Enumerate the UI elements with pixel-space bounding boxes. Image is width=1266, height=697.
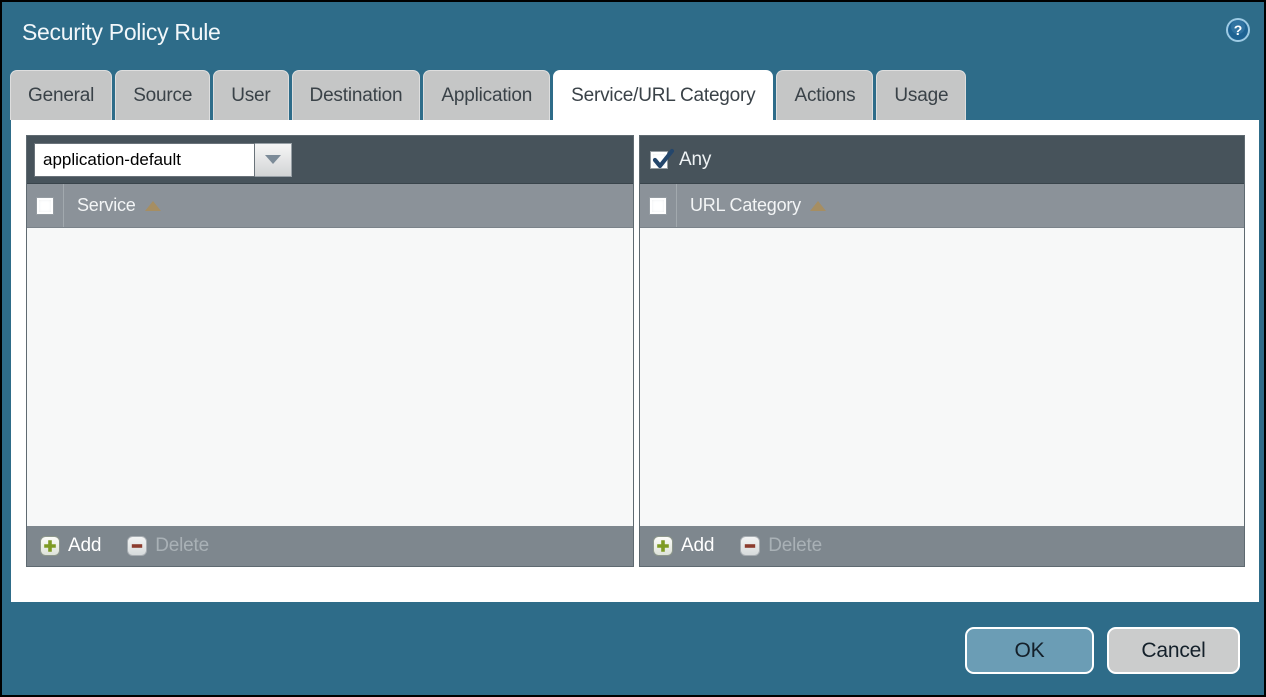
tab-usage[interactable]: Usage — [876, 70, 966, 120]
cancel-button[interactable]: Cancel — [1107, 627, 1240, 674]
service-panel-footer: Add Delete — [27, 526, 633, 566]
url-category-select-all-checkbox[interactable] — [649, 197, 667, 215]
service-panel: application-default Service — [26, 135, 634, 567]
sort-ascending-icon[interactable] — [145, 201, 161, 211]
tab-bar: General Source User Destination Applicat… — [10, 70, 1256, 120]
tab-general[interactable]: General — [10, 70, 112, 120]
service-type-dropdown-button[interactable] — [255, 143, 292, 177]
tab-content-area: application-default Service — [11, 120, 1259, 602]
service-select-all-checkbox[interactable] — [36, 197, 54, 215]
service-panel-header: application-default — [27, 136, 633, 184]
url-category-list-body[interactable] — [640, 228, 1244, 526]
url-category-panel-footer: Add Delete — [640, 526, 1244, 566]
service-type-dropdown-value[interactable]: application-default — [34, 143, 255, 177]
service-type-dropdown[interactable]: application-default — [34, 143, 292, 177]
service-column-header[interactable]: Service — [64, 195, 136, 216]
url-category-panel-header: Any — [640, 136, 1244, 184]
any-label: Any — [679, 149, 711, 171]
ok-button[interactable]: OK — [965, 627, 1094, 674]
url-category-column-header[interactable]: URL Category — [677, 195, 801, 216]
checkmark-icon — [651, 148, 677, 174]
tab-user[interactable]: User — [213, 70, 288, 120]
service-add-button[interactable]: Add — [40, 535, 101, 557]
plus-icon — [653, 536, 673, 556]
tab-actions[interactable]: Actions — [776, 70, 873, 120]
service-list-body[interactable] — [27, 228, 633, 526]
url-category-delete-button[interactable]: Delete — [740, 535, 822, 557]
url-category-add-button[interactable]: Add — [653, 535, 714, 557]
chevron-down-icon — [265, 155, 281, 164]
minus-icon — [127, 536, 147, 556]
minus-icon — [740, 536, 760, 556]
svg-text:?: ? — [1234, 22, 1243, 38]
tab-service-url-category[interactable]: Service/URL Category — [553, 70, 773, 120]
tab-source[interactable]: Source — [115, 70, 210, 120]
sort-ascending-icon[interactable] — [810, 201, 826, 211]
security-policy-rule-dialog: Security Policy Rule ? General Source Us… — [0, 0, 1266, 697]
tab-destination[interactable]: Destination — [292, 70, 421, 120]
url-category-column-header-row: URL Category — [640, 184, 1244, 228]
url-category-panel: Any URL Category — [639, 135, 1245, 567]
help-icon[interactable]: ? — [1225, 17, 1251, 43]
tab-application[interactable]: Application — [423, 70, 550, 120]
service-column-header-row: Service — [27, 184, 633, 228]
dialog-title: Security Policy Rule — [22, 19, 221, 46]
any-checkbox[interactable] — [650, 151, 668, 169]
service-delete-button[interactable]: Delete — [127, 535, 209, 557]
plus-icon — [40, 536, 60, 556]
